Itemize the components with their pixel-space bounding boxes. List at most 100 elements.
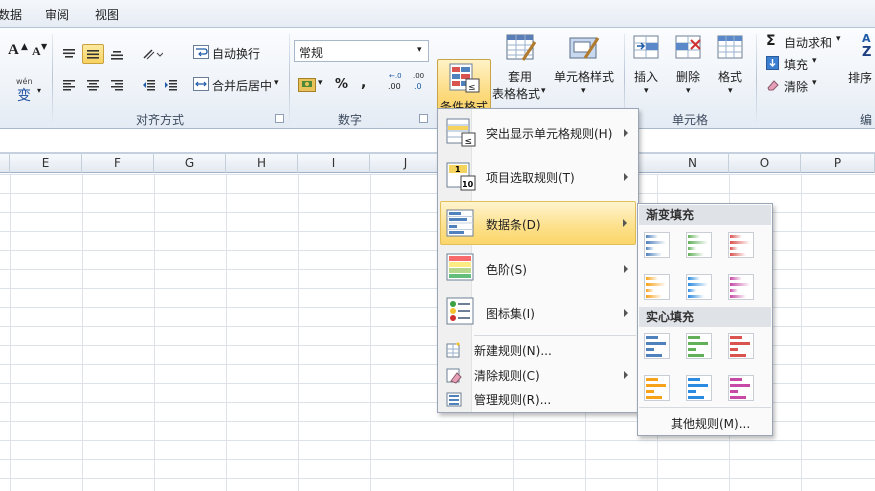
tab-data[interactable]: 数据 [0,6,22,23]
wrap-text-button[interactable]: 自动换行 [212,45,260,62]
tab-review[interactable]: 审阅 [45,6,69,23]
grow-font-button[interactable]: A [8,42,19,59]
percent-style-button[interactable]: % [335,77,348,92]
column-header-p[interactable]: P [801,154,875,173]
separator [756,34,757,124]
number-format-select[interactable]: 常规 ▾ [294,40,429,62]
format-cells-button[interactable]: 格式 ▾ [712,30,750,106]
data-bar-sample [688,390,696,393]
gradient-lightblue-swatch[interactable] [686,274,712,300]
align-top-button[interactable] [58,44,80,64]
fill-button[interactable]: 填充 [784,56,808,73]
gridline [226,174,227,491]
gradient-red-swatch[interactable] [728,232,754,258]
menu-item-highlight-rules[interactable]: ≤ 突出显示单元格规则(H) [440,111,636,153]
highlight-rules-icon: ≤ [446,118,476,147]
column-header-o[interactable]: O [729,154,801,173]
column-header-partial[interactable] [0,154,10,173]
gradient-green-swatch[interactable] [686,232,712,258]
accounting-format-icon[interactable] [298,78,316,92]
autosum-button[interactable]: 自动求和 [784,34,832,51]
delete-cells-button[interactable]: 删除 ▾ [670,30,708,106]
data-bar-sample [730,384,750,387]
menu-item-new-rule[interactable]: 新建规则(N)... [440,338,636,362]
more-rules-item[interactable]: 其他规则(M)... [671,415,750,432]
column-header-j[interactable]: J [370,154,442,173]
manage-rules-icon [446,392,462,407]
align-bottom-button[interactable] [106,44,128,64]
align-center-button[interactable] [82,75,104,95]
increase-indent-button[interactable] [160,75,182,95]
separator [289,34,290,124]
comma-style-button[interactable]: , [361,75,366,91]
gridline [370,174,371,491]
gridline [154,174,155,491]
format-as-table-button[interactable]: 套用 表格格式 ▾ [492,30,551,106]
insert-cells-button[interactable]: 插入 ▾ [628,30,666,106]
conditional-formatting-menu: ≤ 突出显示单元格规则(H) 1 10 项目选取规则(T) 数据条(D) 色阶(… [437,108,639,413]
menu-item-icon-sets[interactable]: 图标集(I) [440,291,636,333]
decrease-indent-button[interactable] [138,75,160,95]
column-header-i[interactable]: I [298,154,370,173]
icon-sets-icon [446,297,474,325]
increase-decimal-button[interactable]: ←.0 .00 [384,72,406,94]
column-header-g[interactable]: G [154,154,226,173]
align-left-button[interactable] [58,75,80,95]
data-bar-sample [646,396,662,399]
orientation-button[interactable] [138,44,166,64]
gradient-blue-swatch[interactable] [644,232,670,258]
dropdown-arrow-icon: ▾ [686,86,691,96]
shrink-font-button[interactable]: A [32,44,41,59]
data-bar-sample [730,247,738,250]
solid-lightblue-swatch[interactable] [686,375,712,401]
dialog-launcher-icon[interactable] [275,114,284,123]
gridline [801,174,802,491]
sort-filter-icon: A Z [857,32,875,66]
solid-blue-swatch[interactable] [644,333,670,359]
data-bar-sample [730,253,746,256]
column-header-f[interactable]: F [82,154,154,173]
column-header-e[interactable]: E [10,154,82,173]
dialog-launcher-icon[interactable] [419,114,428,123]
data-bar-sample [730,295,746,298]
highlight-rules-label: 突出显示单元格规则(H) [486,127,613,141]
merge-center-icon [193,77,209,91]
clear-button[interactable]: 清除 [784,78,808,95]
menu-item-data-bars[interactable]: 数据条(D) [440,201,636,245]
sort-a-glyph: A [862,32,871,45]
align-middle-button[interactable] [82,44,104,64]
gradient-purple-swatch[interactable] [728,274,754,300]
menu-item-color-scales[interactable]: 色阶(S) [440,247,636,289]
solid-orange-swatch[interactable] [644,375,670,401]
format-cells-icon [717,35,743,59]
sort-filter-button[interactable]: 排序 [848,69,872,86]
data-bar-sample [688,241,708,244]
submenu-arrow-icon [624,371,628,379]
delete-label: 删除 [676,70,701,84]
color-scales-icon [446,253,474,281]
delete-cells-icon [675,35,701,59]
column-header-h[interactable]: H [226,154,298,173]
decrease-decimal-button[interactable]: .00 .0 [410,72,432,94]
solid-red-swatch[interactable] [728,333,754,359]
phonetic-guide-button[interactable]: 变 [17,85,31,105]
solid-fill-header: 实心填充 [639,307,771,327]
align-right-button[interactable] [106,75,128,95]
menu-item-manage-rules[interactable]: 管理规则(R)... [440,387,636,411]
merge-center-button[interactable]: 合并后居中 [212,77,272,94]
menu-item-top-bottom-rules[interactable]: 1 10 项目选取规则(T) [440,155,636,197]
menu-item-clear-rules[interactable]: 清除规则(C) [440,363,636,387]
gridline [82,174,83,491]
data-bar-sample [730,378,742,381]
solid-purple-swatch[interactable] [728,375,754,401]
fill-down-icon [766,56,779,70]
gradient-orange-swatch[interactable] [644,274,670,300]
tab-view[interactable]: 视图 [95,6,119,23]
solid-green-swatch[interactable] [686,333,712,359]
data-bar-sample [646,289,654,292]
data-bar-sample [730,342,750,345]
cell-styles-button[interactable]: 单元格样式 ▾ [553,30,617,106]
column-header-n[interactable]: N [657,154,729,173]
clear-rules-icon [446,368,462,384]
data-bar-sample [688,378,700,381]
